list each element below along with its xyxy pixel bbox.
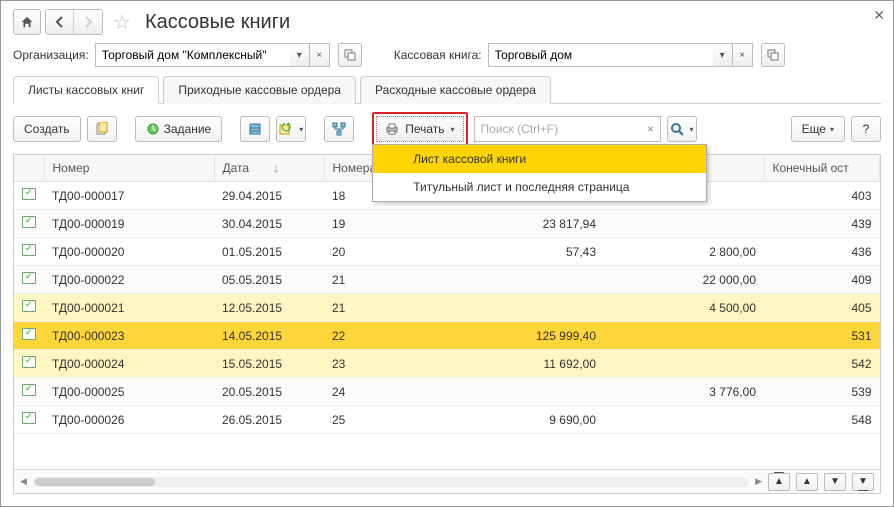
table-row[interactable]: ТД00-00002415.05.20152311 692,00542	[14, 350, 880, 378]
home-button[interactable]	[13, 9, 41, 35]
table-row[interactable]: ТД00-00002205.05.20152122 000,00409	[14, 266, 880, 294]
document-ok-icon	[22, 356, 36, 368]
scroll-top-button[interactable]: ▲	[768, 473, 790, 491]
document-ok-icon	[22, 216, 36, 228]
search-icon	[670, 122, 684, 136]
forward-button[interactable]	[74, 10, 102, 34]
table-row[interactable]: ТД00-00002001.05.20152057,432 800,00436	[14, 238, 880, 266]
tab-bar: Листы кассовых книгПриходные кассовые ор…	[13, 75, 881, 104]
search-input[interactable]	[475, 122, 642, 136]
print-button[interactable]: Печать ▾	[376, 116, 463, 142]
scroll-up-button[interactable]: ▲	[796, 473, 818, 491]
scroll-down-button[interactable]: ▼	[824, 473, 846, 491]
more-button[interactable]: Еще ▾	[791, 116, 845, 142]
print-highlight: Печать ▾ Лист кассовой книгиТитульный ли…	[372, 112, 467, 146]
search-clear-button[interactable]: ×	[642, 122, 660, 136]
book-dropdown-button[interactable]: ▾	[713, 43, 733, 67]
tree-button[interactable]	[324, 116, 354, 142]
org-open-button[interactable]	[338, 43, 362, 67]
task-icon	[146, 122, 160, 136]
org-clear-button[interactable]: ×	[310, 43, 330, 67]
book-clear-button[interactable]: ×	[733, 43, 753, 67]
create-label: Создать	[24, 122, 70, 136]
document-ok-icon	[22, 188, 36, 200]
document-ok-icon	[22, 244, 36, 256]
favorite-star-icon[interactable]: ☆	[113, 10, 131, 35]
org-input[interactable]	[95, 43, 290, 67]
org-dropdown-button[interactable]: ▾	[290, 43, 310, 67]
scroll-bottom-button[interactable]: ▼	[852, 473, 874, 491]
search-button[interactable]: ▾	[667, 116, 697, 142]
back-button[interactable]	[46, 10, 74, 34]
document-ok-icon	[22, 384, 36, 396]
list-view-button[interactable]	[240, 116, 270, 142]
page-title: Кассовые книги	[145, 11, 290, 34]
table-row[interactable]: ТД00-00002626.05.2015259 690,00548	[14, 406, 880, 434]
copy-button[interactable]	[87, 116, 117, 142]
tab-0[interactable]: Листы кассовых книг	[13, 76, 159, 104]
tab-2[interactable]: Расходные кассовые ордера	[360, 76, 551, 104]
document-ok-icon	[22, 328, 36, 340]
table-row[interactable]: ТД00-00002520.05.2015243 776,00539	[14, 378, 880, 406]
document-ok-icon	[22, 272, 36, 284]
table-row[interactable]: ТД00-00001930.04.20151923 817,94439	[14, 210, 880, 238]
more-label: Еще	[802, 122, 826, 136]
refresh-button[interactable]: ▾	[276, 116, 306, 142]
create-button[interactable]: Создать	[13, 116, 81, 142]
col-number[interactable]: Номер	[44, 155, 214, 182]
print-menu-item-0[interactable]: Лист кассовой книги	[373, 145, 706, 173]
printer-icon	[385, 122, 399, 136]
print-label: Печать	[405, 122, 444, 136]
task-button[interactable]: Задание	[135, 116, 223, 142]
scroll-left-icon[interactable]: ◀	[20, 476, 27, 487]
org-label: Организация:	[13, 48, 89, 62]
scroll-right-icon[interactable]: ▶	[755, 476, 762, 487]
book-label: Кассовая книга:	[394, 48, 482, 62]
table-row[interactable]: ТД00-00002112.05.2015214 500,00405	[14, 294, 880, 322]
task-label: Задание	[164, 122, 212, 136]
document-ok-icon	[22, 300, 36, 312]
sort-asc-icon: ↓	[273, 161, 279, 175]
table-row[interactable]: ТД00-00002314.05.201522125 999,40531	[14, 322, 880, 350]
col-date[interactable]: Дата↓	[214, 155, 324, 182]
tab-1[interactable]: Приходные кассовые ордера	[163, 76, 356, 104]
close-icon[interactable]: ✕	[873, 7, 885, 24]
help-button[interactable]: ?	[851, 116, 881, 142]
book-open-button[interactable]	[761, 43, 785, 67]
horizontal-scrollbar[interactable]	[33, 477, 749, 487]
document-ok-icon	[22, 412, 36, 424]
print-menu: Лист кассовой книгиТитульный лист и посл…	[372, 144, 707, 202]
print-menu-item-1[interactable]: Титульный лист и последняя страница	[373, 173, 706, 201]
col-end-balance[interactable]: Конечный ост	[764, 155, 880, 182]
book-input[interactable]	[488, 43, 713, 67]
